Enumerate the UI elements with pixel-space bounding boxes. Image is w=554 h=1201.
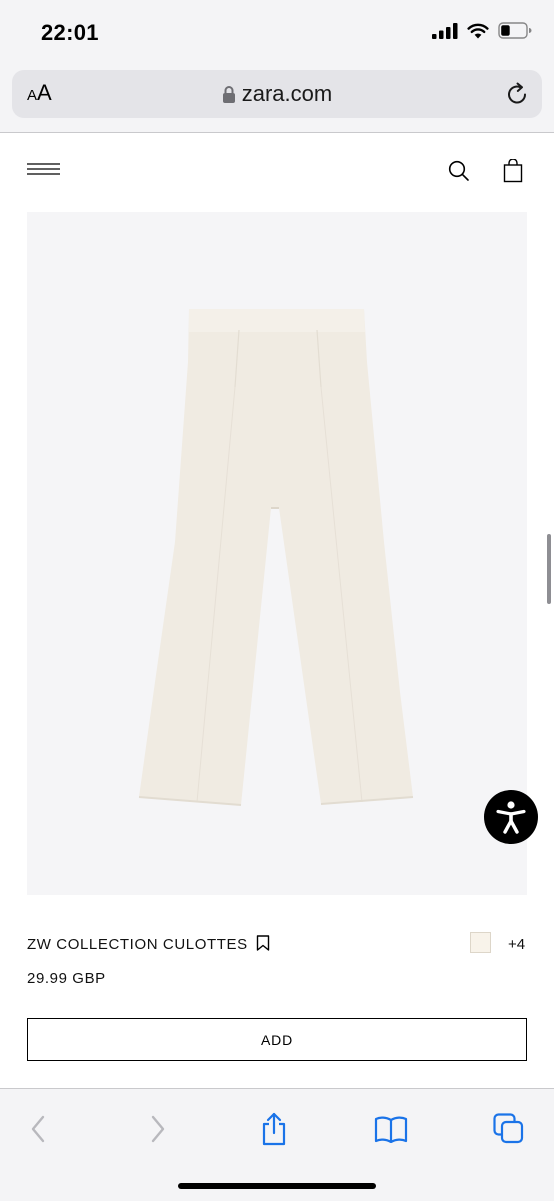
address-bar[interactable]: AA zara.com	[12, 70, 542, 118]
share-button[interactable]	[254, 1109, 294, 1149]
product-name[interactable]: ZW COLLECTION CULOTTES	[27, 936, 248, 953]
home-indicator[interactable]	[178, 1183, 376, 1189]
lock-icon	[222, 86, 235, 103]
url-display[interactable]: zara.com	[12, 81, 542, 107]
product-price: 29.99 GBP	[27, 970, 106, 987]
tabs-button[interactable]	[489, 1109, 529, 1149]
accessibility-icon	[496, 801, 526, 834]
url-text: zara.com	[241, 81, 333, 106]
back-icon	[31, 1115, 45, 1143]
wifi-icon	[467, 23, 489, 38]
battery-icon	[498, 22, 532, 39]
site-header	[0, 133, 554, 211]
cellular-signal-icon	[432, 22, 458, 39]
status-time: 22:01	[41, 20, 99, 45]
reload-icon[interactable]	[506, 81, 530, 107]
culottes-illustration	[138, 309, 414, 806]
back-button[interactable]	[18, 1109, 58, 1149]
browser-chrome: AA zara.com	[0, 62, 554, 133]
forward-icon	[151, 1115, 165, 1143]
scrollbar[interactable]	[547, 534, 551, 604]
product-image[interactable]	[27, 212, 527, 895]
share-icon	[262, 1112, 286, 1146]
menu-icon[interactable]	[27, 163, 60, 179]
bookmark-icon[interactable]	[256, 935, 270, 951]
color-swatch[interactable]	[470, 932, 491, 953]
search-icon[interactable]	[448, 160, 470, 182]
accessibility-button[interactable]	[484, 790, 538, 844]
bookmarks-button[interactable]	[371, 1109, 411, 1149]
tabs-icon	[493, 1113, 524, 1144]
add-button[interactable]: ADD	[27, 1018, 527, 1061]
forward-button[interactable]	[138, 1109, 178, 1149]
more-colors-count[interactable]: +4	[508, 936, 525, 953]
status-icons	[432, 22, 532, 39]
status-bar: 22:01	[0, 0, 554, 62]
shopping-bag-icon[interactable]	[503, 159, 523, 183]
bookmarks-icon	[374, 1116, 408, 1143]
